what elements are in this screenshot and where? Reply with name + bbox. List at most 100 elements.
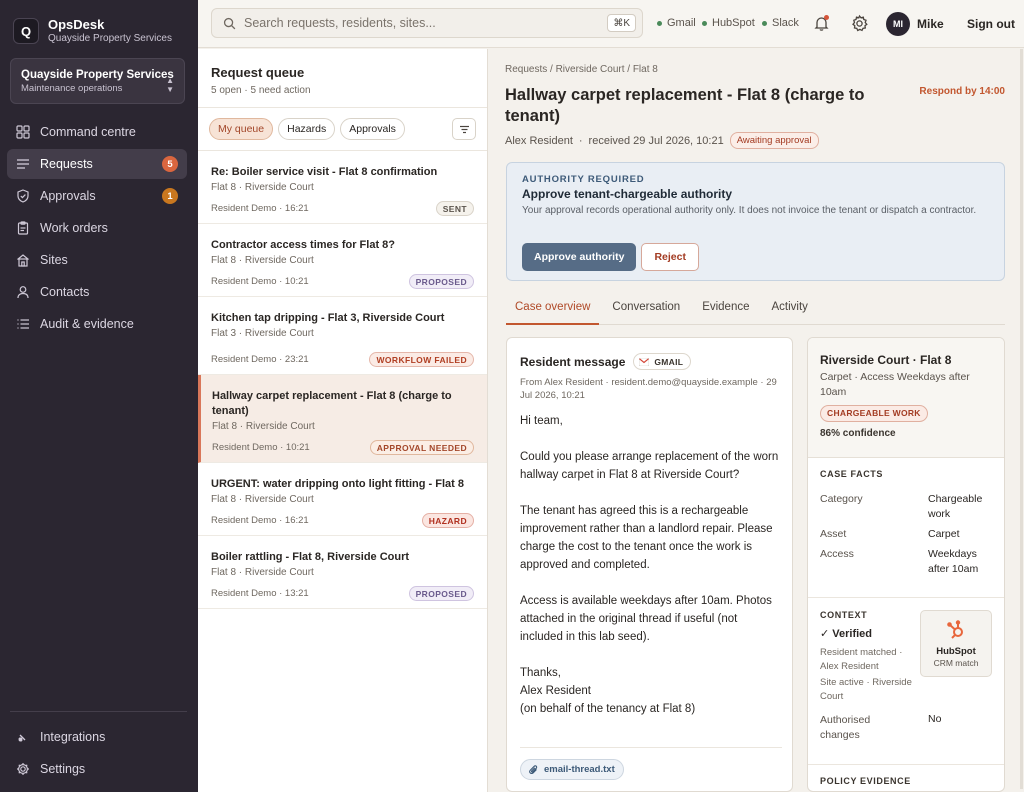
breadcrumb[interactable]: Requests / Riverside Court / Flat 8 [505, 64, 658, 75]
brand[interactable]: Q OpsDesk Quayside Property Services [13, 17, 172, 45]
sidebar-bottom-nav: Integrations Settings [7, 722, 187, 786]
request-meta-line: Alex Resident · received 29 Jul 2026, 10… [505, 132, 819, 149]
request-site: Flat 8 · Riverside Court [211, 494, 314, 505]
policy-evidence-heading: POLICY EVIDENCE [820, 776, 911, 786]
divider [198, 107, 487, 108]
paperclip-icon [529, 764, 538, 774]
status-dot [702, 20, 707, 26]
attachment-chip[interactable]: email-thread.txt [520, 759, 624, 780]
fact-label: Access [820, 548, 854, 560]
sidebar: Q OpsDesk Quayside Property Services Qua… [0, 0, 198, 792]
status-dot [762, 20, 767, 26]
integration-status-gmail[interactable]: Gmail [657, 17, 696, 29]
integration-status-slack[interactable]: Slack [762, 17, 799, 29]
search-box[interactable]: ⌘K [211, 8, 643, 38]
tab-conversation[interactable]: Conversation [603, 294, 689, 325]
reject-button[interactable]: Reject [641, 243, 699, 271]
tab-evidence[interactable]: Evidence [693, 294, 758, 325]
sidebar-item-work-orders[interactable]: Work orders [7, 213, 187, 243]
chargeable-work-badge: CHARGEABLE WORK [820, 405, 928, 422]
sidebar-item-approvals[interactable]: Approvals 1 [7, 181, 187, 211]
shield-check-icon [16, 189, 30, 203]
queue-title: Request queue [211, 65, 305, 80]
case-facts-heading: CASE FACTS [820, 469, 884, 479]
sign-out-button[interactable]: Sign out [967, 17, 1015, 31]
brand-logo: Q [13, 18, 39, 44]
sidebar-item-label: Command centre [40, 125, 136, 139]
filter-options-button[interactable] [452, 118, 476, 140]
request-title: Contractor access times for Flat 8? [211, 239, 396, 251]
building-icon [16, 253, 30, 267]
respond-by-deadline: Respond by 14:00 [919, 86, 1005, 97]
user-name[interactable]: Mike [917, 17, 944, 31]
sidebar-item-integrations[interactable]: Integrations [7, 722, 187, 752]
sidebar-item-settings[interactable]: Settings [7, 754, 187, 784]
request-site: Flat 3 · Riverside Court [211, 328, 314, 339]
request-site: Flat 8 · Riverside Court [211, 182, 314, 193]
request-meta: Resident Demo · 10:21 [211, 276, 309, 287]
sidebar-item-audit-evidence[interactable]: Audit & evidence [7, 309, 187, 339]
authority-kicker: AUTHORITY REQUIRED [522, 174, 645, 185]
hubspot-crm-match-card[interactable]: HubSpot CRM match [920, 610, 992, 677]
tab-case-overview[interactable]: Case overview [506, 294, 600, 325]
sidebar-item-command-centre[interactable]: Command centre [7, 117, 187, 147]
request-meta: Resident Demo · 23:21 [211, 354, 309, 365]
request-meta: Resident Demo · 16:21 [211, 203, 309, 214]
approvals-count-badge: 1 [162, 188, 178, 204]
fact-label: Asset [820, 528, 847, 540]
divider [808, 597, 1004, 598]
sidebar-divider [10, 711, 187, 712]
list-icon [16, 157, 30, 171]
authority-title: Approve tenant-chargeable authority [522, 187, 733, 201]
filter-icon [459, 125, 469, 133]
request-site: Flat 8 · Riverside Court [211, 255, 314, 266]
filter-hazards[interactable]: Hazards [278, 118, 336, 140]
sidebar-item-contacts[interactable]: Contacts [7, 277, 187, 307]
settings-gear-icon[interactable] [850, 14, 869, 33]
org-switcher[interactable]: Quayside Property Services Maintenance o… [10, 58, 185, 104]
detail-tabs: Case overview Conversation Evidence Acti… [506, 294, 1005, 325]
sidebar-item-label: Integrations [40, 730, 106, 744]
sidebar-item-label: Requests [40, 157, 93, 171]
request-title: Re: Boiler service visit - Flat 8 confir… [211, 166, 438, 178]
confidence-value: 86% confidence [820, 428, 896, 439]
gmail-icon [639, 357, 650, 366]
filter-my-queue[interactable]: My queue [209, 118, 274, 140]
scrollbar[interactable] [1020, 49, 1023, 789]
tab-activity[interactable]: Activity [763, 294, 817, 325]
list-item[interactable]: URGENT: water dripping onto light fittin… [198, 463, 487, 536]
sidebar-item-sites[interactable]: Sites [7, 245, 187, 275]
fact-label: Category [820, 493, 863, 505]
received-time: received 29 Jul 2026, 10:21 [588, 134, 724, 147]
fact-value: No [928, 713, 942, 725]
avatar[interactable]: MI [886, 12, 910, 36]
request-title: Hallway carpet replacement - Flat 8 (cha… [212, 390, 452, 417]
hubspot-name: HubSpot [936, 646, 976, 657]
list-item-selected[interactable]: Hallway carpet replacement - Flat 8 (cha… [198, 375, 487, 463]
clipboard-icon [16, 221, 30, 235]
list-item[interactable]: Contractor access times for Flat 8? Flat… [198, 224, 487, 297]
context-resident-match: Resident matched · Alex Resident [820, 647, 903, 672]
sidebar-item-label: Settings [40, 762, 86, 776]
requests-count-badge: 5 [162, 156, 178, 172]
sidebar-item-requests[interactable]: Requests 5 [7, 149, 187, 179]
request-meta: Resident Demo · 13:21 [211, 588, 309, 599]
authority-description: Your approval records operational author… [522, 205, 977, 216]
sidebar-item-label: Work orders [40, 221, 108, 235]
approve-authority-button[interactable]: Approve authority [522, 243, 637, 271]
fact-value: Chargeable work [928, 493, 983, 520]
notifications-bell-icon[interactable] [813, 15, 830, 32]
sidebar-item-label: Sites [40, 253, 68, 267]
request-detail: Requests / Riverside Court / Flat 8 Hall… [489, 49, 1024, 792]
fact-value: Carpet [928, 528, 960, 540]
filter-approvals[interactable]: Approvals [340, 118, 405, 140]
brand-subtitle: Quayside Property Services [48, 33, 172, 44]
integration-status-hubspot[interactable]: HubSpot [702, 17, 755, 29]
channel-badge: GMAIL [633, 353, 692, 370]
list-item[interactable]: Kitchen tap dripping - Flat 3, Riverside… [198, 297, 487, 375]
org-subtitle: Maintenance operations [21, 83, 123, 94]
list-item[interactable]: Re: Boiler service visit - Flat 8 confir… [198, 151, 487, 224]
list-item[interactable]: Boiler rattling - Flat 8, Riverside Cour… [198, 536, 487, 609]
search-input[interactable] [244, 16, 584, 30]
divider [520, 747, 782, 748]
